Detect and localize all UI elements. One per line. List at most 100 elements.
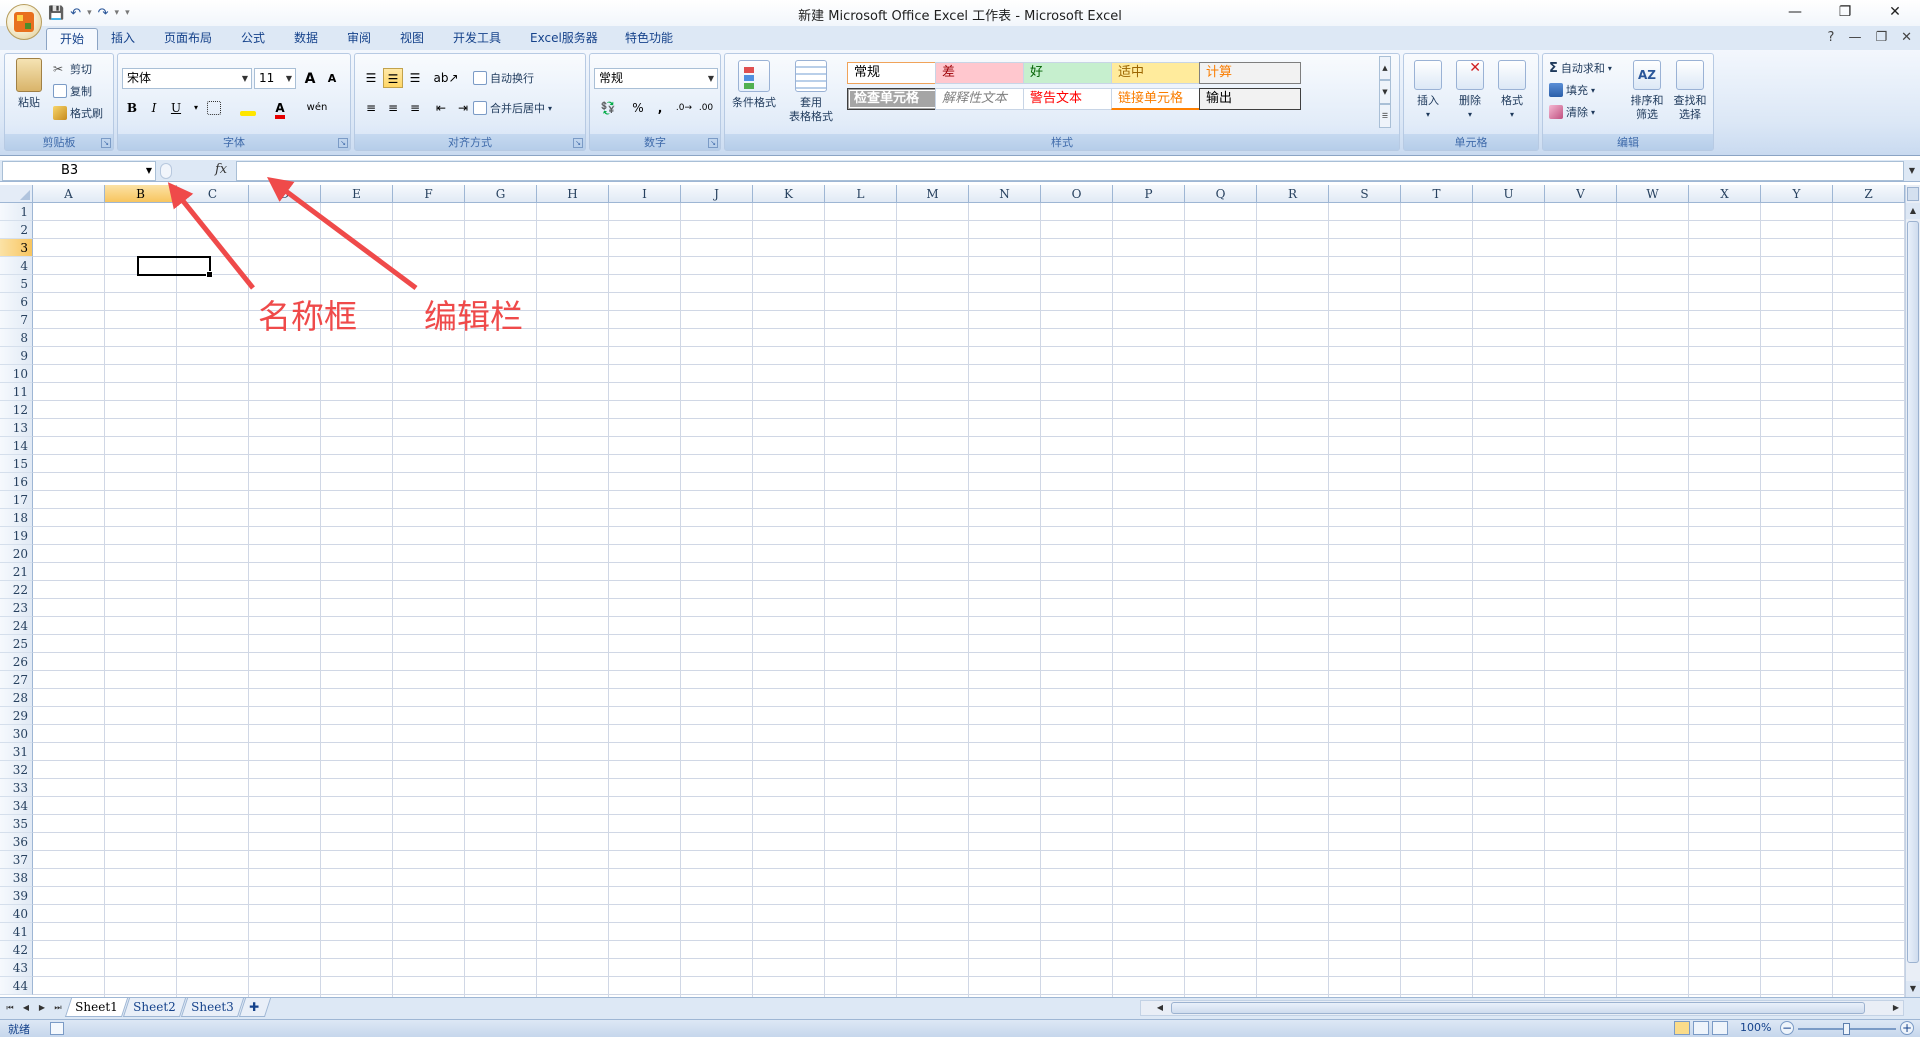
row-header-20[interactable]: 20 — [0, 545, 33, 563]
column-header-i[interactable]: I — [609, 185, 681, 203]
percent-button[interactable]: % — [628, 98, 648, 118]
chevron-down-icon[interactable]: ▼ — [146, 162, 152, 180]
column-header-r[interactable]: R — [1257, 185, 1329, 203]
autosum-button[interactable]: Σ 自动求和 ▾ — [1549, 58, 1612, 78]
cell-style-0[interactable]: 常规 — [847, 62, 949, 84]
align-middle-button[interactable]: ☰ — [383, 68, 403, 88]
column-header-b[interactable]: B — [105, 185, 177, 203]
underline-dropdown-icon[interactable]: ▾ — [186, 98, 206, 118]
formula-bar-input[interactable] — [236, 161, 1904, 181]
tab-special-features[interactable]: 特色功能 — [612, 28, 686, 50]
row-header-22[interactable]: 22 — [0, 581, 33, 599]
column-header-a[interactable]: A — [33, 185, 105, 203]
page-layout-view-icon[interactable] — [1693, 1021, 1709, 1035]
row-header-40[interactable]: 40 — [0, 905, 33, 923]
column-header-h[interactable]: H — [537, 185, 609, 203]
sheet-tab-sheet1[interactable]: Sheet1 — [64, 998, 128, 1017]
close-button[interactable]: ✕ — [1870, 0, 1920, 26]
decrease-indent-button[interactable]: ⇤ — [431, 98, 451, 118]
row-header-44[interactable]: 44 — [0, 977, 33, 995]
align-center-button[interactable]: ≡ — [383, 98, 403, 118]
wrap-text-button[interactable]: 自动换行 — [473, 68, 534, 88]
workbook-minimize-button[interactable]: — — [1848, 30, 1861, 45]
row-header-35[interactable]: 35 — [0, 815, 33, 833]
increase-indent-button[interactable]: ⇥ — [453, 98, 473, 118]
font-color-button[interactable]: A — [270, 98, 290, 119]
tab-formulas[interactable]: 公式 — [228, 28, 278, 50]
row-header-43[interactable]: 43 — [0, 959, 33, 977]
tab-home[interactable]: 开始 — [46, 28, 99, 50]
office-button[interactable] — [6, 4, 42, 40]
row-header-29[interactable]: 29 — [0, 707, 33, 725]
phonetic-button[interactable]: wén — [302, 98, 332, 118]
tab-insert[interactable]: 插入 — [98, 28, 148, 50]
cell-style-7[interactable]: 警告文本 — [1023, 88, 1125, 110]
column-header-o[interactable]: O — [1041, 185, 1113, 203]
number-launcher-icon[interactable]: ↘ — [708, 138, 718, 148]
column-header-y[interactable]: Y — [1761, 185, 1833, 203]
tab-view[interactable]: 视图 — [387, 28, 437, 50]
zoom-level[interactable]: 100% — [1740, 1021, 1771, 1034]
row-header-41[interactable]: 41 — [0, 923, 33, 941]
font-size-combo[interactable]: 11 ▼ — [254, 68, 296, 89]
insert-cells-button[interactable]: 插入 ▾ — [1408, 60, 1448, 122]
table-format-button[interactable]: 套用 表格格式 — [781, 60, 841, 124]
next-sheet-icon[interactable]: ▶ — [36, 1001, 48, 1015]
zoom-out-button[interactable]: − — [1780, 1021, 1794, 1035]
row-header-23[interactable]: 23 — [0, 599, 33, 617]
cell-style-1[interactable]: 差 — [935, 62, 1037, 84]
row-header-9[interactable]: 9 — [0, 347, 33, 365]
tab-data[interactable]: 数据 — [281, 28, 331, 50]
column-header-f[interactable]: F — [393, 185, 465, 203]
row-header-30[interactable]: 30 — [0, 725, 33, 743]
row-header-39[interactable]: 39 — [0, 887, 33, 905]
paste-button[interactable]: 粘贴 — [11, 58, 47, 110]
row-header-5[interactable]: 5 — [0, 275, 33, 293]
row-header-27[interactable]: 27 — [0, 671, 33, 689]
row-header-11[interactable]: 11 — [0, 383, 33, 401]
splitter-handle[interactable] — [160, 163, 172, 179]
clipboard-launcher-icon[interactable]: ↘ — [101, 138, 111, 148]
prev-sheet-icon[interactable]: ◀ — [20, 1001, 32, 1015]
insert-function-button[interactable]: fx — [215, 162, 227, 177]
row-header-2[interactable]: 2 — [0, 221, 33, 239]
row-header-42[interactable]: 42 — [0, 941, 33, 959]
row-header-14[interactable]: 14 — [0, 437, 33, 455]
cell-style-6[interactable]: 解释性文本 — [935, 88, 1037, 110]
cell-style-5[interactable]: 检查单元格 — [847, 88, 949, 110]
row-header-15[interactable]: 15 — [0, 455, 33, 473]
font-name-combo[interactable]: 宋体 ▼ — [122, 68, 252, 89]
vertical-scrollbar[interactable]: ▲ ▼ — [1905, 185, 1920, 997]
cell-style-9[interactable]: 输出 — [1199, 88, 1301, 110]
row-header-3[interactable]: 3 — [0, 239, 33, 257]
help-icon[interactable]: ? — [1828, 30, 1835, 45]
row-header-36[interactable]: 36 — [0, 833, 33, 851]
row-header-6[interactable]: 6 — [0, 293, 33, 311]
tab-developer[interactable]: 开发工具 — [440, 28, 514, 50]
gallery-down-icon[interactable]: ▼ — [1379, 80, 1391, 104]
column-header-j[interactable]: J — [681, 185, 753, 203]
column-header-d[interactable]: D — [249, 185, 321, 203]
fill-color-button[interactable] — [238, 98, 258, 118]
fill-button[interactable]: 填充 ▾ — [1549, 80, 1595, 100]
row-header-4[interactable]: 4 — [0, 257, 33, 275]
align-top-button[interactable]: ☰ — [361, 68, 381, 88]
clear-button[interactable]: 清除 ▾ — [1549, 102, 1595, 122]
merge-center-button[interactable]: 合并后居中 ▾ — [473, 98, 552, 118]
column-header-s[interactable]: S — [1329, 185, 1401, 203]
gallery-more-icon[interactable]: ☰ — [1379, 104, 1391, 128]
column-header-v[interactable]: V — [1545, 185, 1617, 203]
scroll-up-icon[interactable]: ▲ — [1906, 203, 1920, 219]
comma-button[interactable]: , — [650, 98, 670, 118]
bold-button[interactable]: B — [122, 98, 142, 118]
increase-decimal-button[interactable]: .0→ — [674, 98, 694, 118]
accounting-format-button[interactable]: 💱 — [594, 98, 622, 118]
align-right-button[interactable]: ≡ — [405, 98, 425, 118]
row-header-25[interactable]: 25 — [0, 635, 33, 653]
cut-button[interactable]: ✂ 剪切 — [53, 59, 92, 79]
cell-style-3[interactable]: 适中 — [1111, 62, 1213, 84]
align-bottom-button[interactable]: ☰ — [405, 68, 425, 88]
zoom-in-button[interactable]: + — [1900, 1021, 1914, 1035]
row-header-24[interactable]: 24 — [0, 617, 33, 635]
scroll-right-icon[interactable]: ▶ — [1889, 1001, 1903, 1015]
